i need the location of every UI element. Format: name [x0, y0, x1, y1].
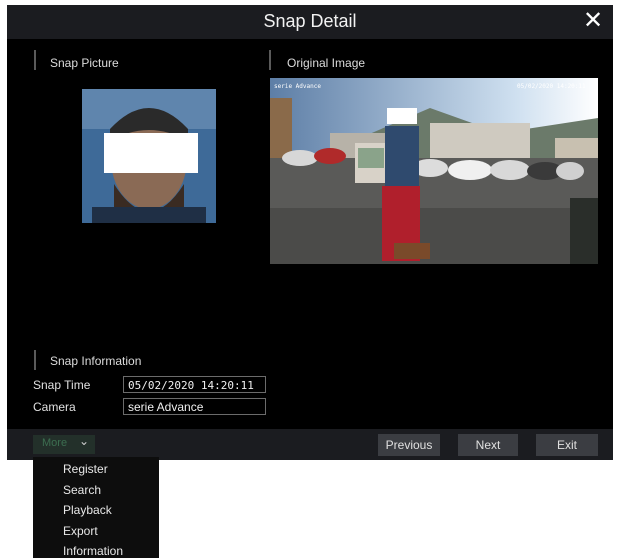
- previous-button[interactable]: Previous: [378, 434, 440, 456]
- camera-field: serie Advance: [123, 398, 266, 415]
- title-bar: Snap Detail ✕: [7, 5, 613, 39]
- scene-image: [270, 78, 598, 264]
- camera-label: Camera: [33, 400, 76, 414]
- face-snapshot-image: [82, 89, 216, 223]
- chevron-down-icon: ⌄: [79, 434, 90, 448]
- snap-picture: [82, 89, 216, 223]
- snap-detail-dialog: Snap Detail ✕ Snap Picture Original Imag…: [7, 5, 613, 460]
- next-button[interactable]: Next: [458, 434, 518, 456]
- person-privacy-mask: [387, 108, 417, 124]
- section-divider: [269, 50, 271, 70]
- section-divider: [34, 350, 36, 370]
- original-image: serie Advance 05/02/2020 14:20:11: [270, 78, 598, 264]
- osd-timestamp: 05/02/2020 14:20:11: [517, 83, 586, 90]
- more-label: More: [42, 437, 68, 449]
- snap-time-field: 05/02/2020 14:20:11: [123, 376, 266, 393]
- menu-item-playback[interactable]: Playback: [63, 503, 112, 517]
- face-privacy-mask: [104, 133, 198, 173]
- snap-picture-heading: Snap Picture: [50, 56, 119, 70]
- menu-item-export[interactable]: Export: [63, 524, 98, 538]
- osd-camera-name: serie Advance: [274, 83, 321, 90]
- more-dropdown-button[interactable]: More ⌄: [33, 434, 95, 454]
- close-icon[interactable]: ✕: [580, 7, 606, 35]
- footer-bar: More ⌄ Previous Next Exit: [7, 429, 613, 460]
- snap-information-heading: Snap Information: [50, 354, 142, 368]
- snap-time-label: Snap Time: [33, 378, 91, 392]
- section-divider: [34, 50, 36, 70]
- original-image-heading: Original Image: [287, 56, 366, 70]
- exit-button[interactable]: Exit: [536, 434, 598, 456]
- menu-item-register[interactable]: Register: [63, 462, 108, 476]
- menu-item-information[interactable]: Information: [63, 544, 123, 558]
- more-menu: Register Search Playback Export Informat…: [33, 457, 159, 558]
- dialog-title: Snap Detail: [263, 11, 357, 31]
- menu-item-search[interactable]: Search: [63, 483, 101, 497]
